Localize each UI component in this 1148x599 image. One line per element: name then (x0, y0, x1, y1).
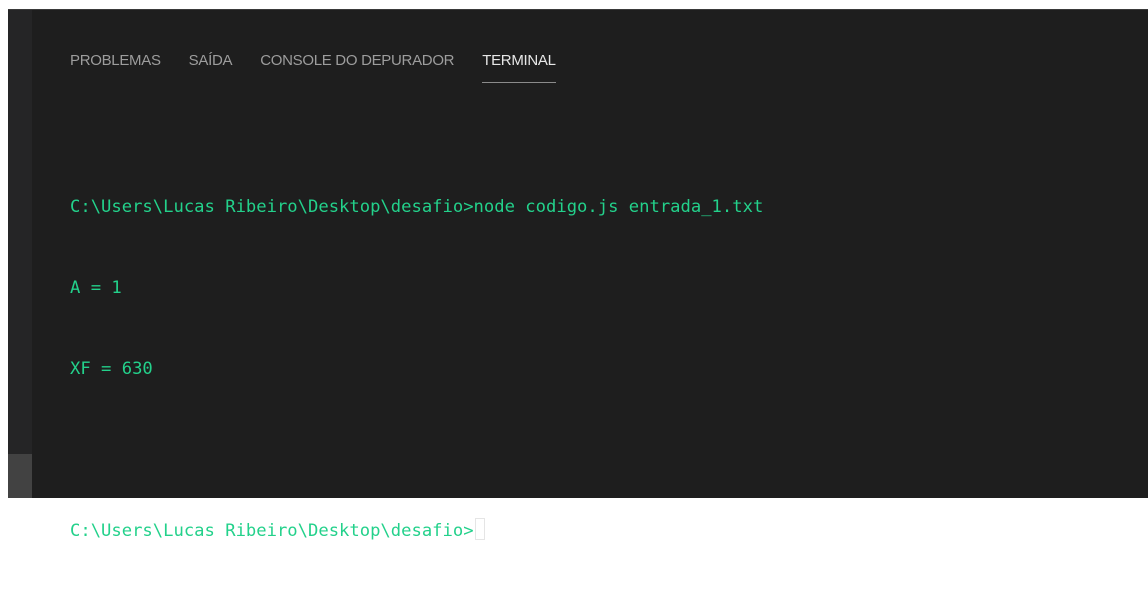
terminal-cursor (474, 518, 485, 540)
tab-saida[interactable]: SAÍDA (189, 52, 233, 83)
terminal-line-command: C:\Users\Lucas Ribeiro\Desktop\desafio>n… (70, 197, 764, 217)
panel-tabbar: PROBLEMAS SAÍDA CONSOLE DO DEPURADOR TER… (70, 52, 584, 92)
terminal-line-output: XF = 630 (70, 359, 153, 379)
terminal-output[interactable]: C:\Users\Lucas Ribeiro\Desktop\desafio>n… (70, 140, 1128, 599)
tab-console-depurador[interactable]: CONSOLE DO DEPURADOR (260, 52, 454, 83)
activity-gutter (8, 10, 32, 498)
tab-problemas[interactable]: PROBLEMAS (70, 52, 161, 83)
terminal-line-output: A = 1 (70, 278, 122, 298)
terminal-line-prompt: C:\Users\Lucas Ribeiro\Desktop\desafio> (70, 518, 1128, 545)
scrollbar-thumb[interactable] (8, 454, 32, 498)
vscode-panel: PROBLEMAS SAÍDA CONSOLE DO DEPURADOR TER… (8, 9, 1148, 541)
tab-terminal[interactable]: TERMINAL (482, 52, 557, 83)
terminal-prompt: C:\Users\Lucas Ribeiro\Desktop\desafio> (70, 521, 474, 541)
